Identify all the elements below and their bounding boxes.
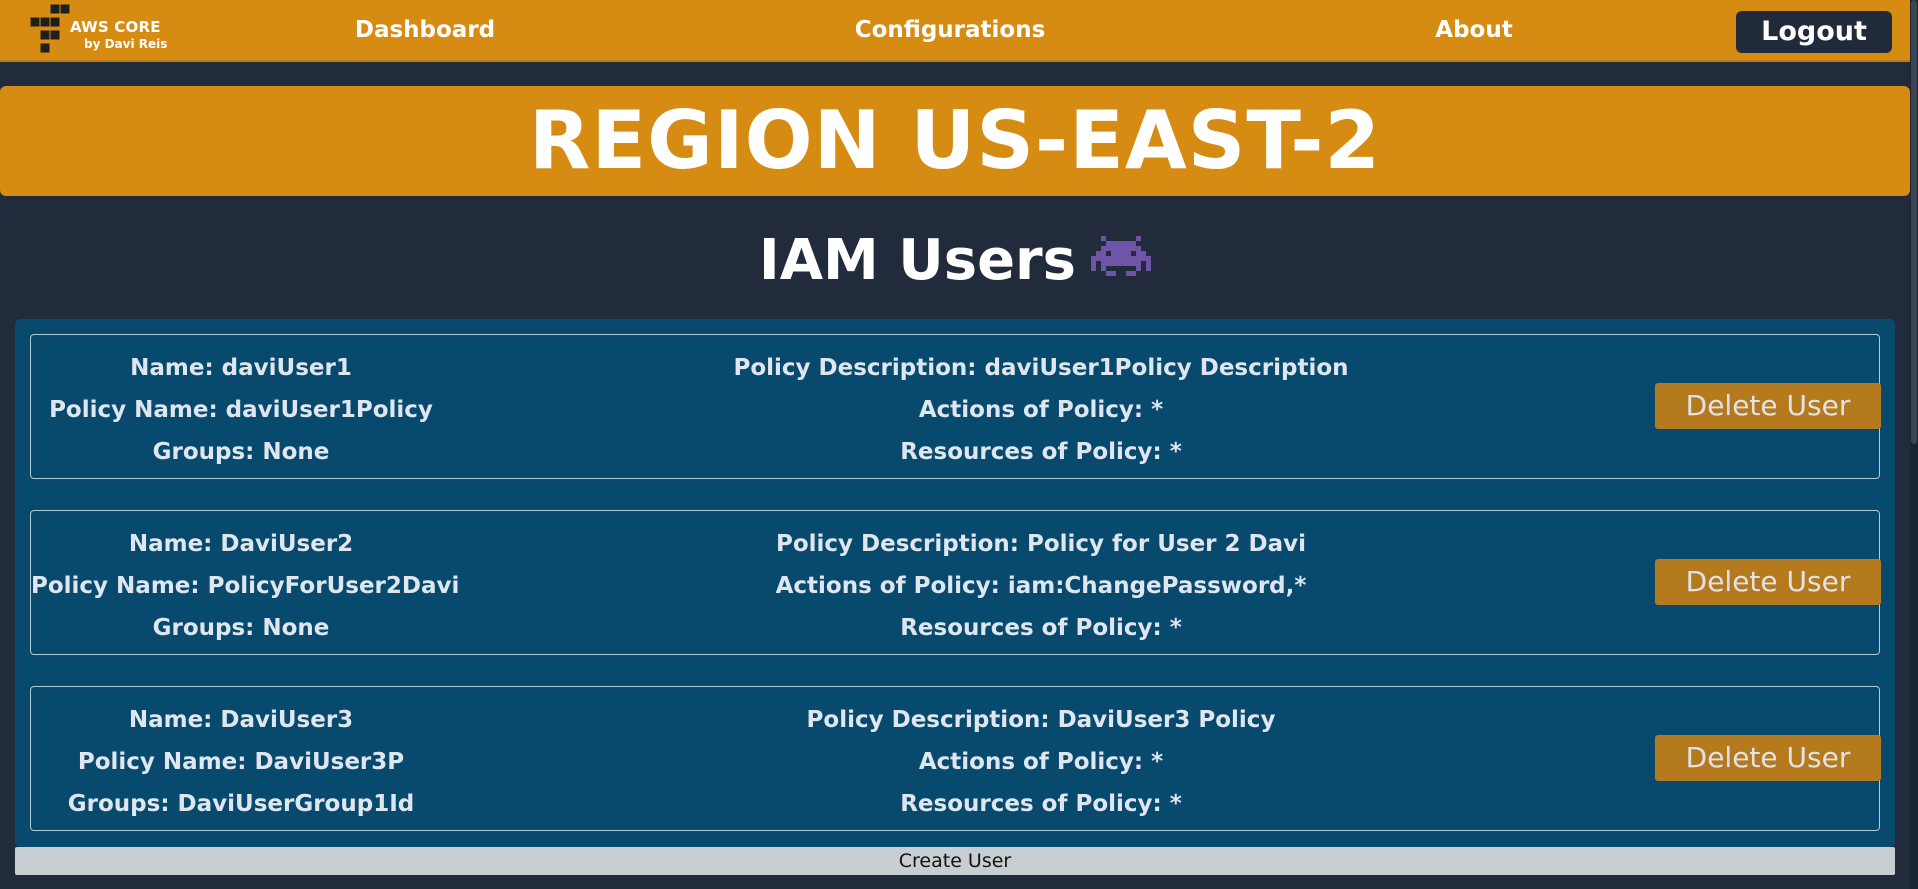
region-title: REGION US-EAST-2 — [528, 94, 1382, 187]
policy-description: Policy Description: Policy for User 2 Da… — [775, 531, 1307, 557]
policy-resources: Resources of Policy: * — [900, 615, 1182, 641]
logo[interactable]: AWS CORE by Davi Reis — [28, 2, 168, 54]
navbar: AWS CORE by Davi Reis Dashboard Configur… — [0, 0, 1910, 62]
page-title: IAM Users — [758, 228, 1077, 293]
nav-configurations-link[interactable]: Configurations — [830, 17, 1070, 43]
policy-actions: Actions of Policy: iam:ChangePassword,* — [775, 573, 1307, 599]
delete-user-button[interactable]: Delete User — [1655, 383, 1881, 429]
create-user-button[interactable]: Create User — [15, 847, 1895, 875]
user-groups: Groups: DaviUserGroup1Id — [67, 791, 415, 817]
user-groups: Groups: None — [152, 615, 330, 641]
logout-button[interactable]: Logout — [1736, 11, 1892, 53]
user-groups: Groups: None — [152, 439, 330, 465]
policy-info: Policy Description: DaviUser3 Policy Act… — [631, 699, 1451, 825]
policy-actions: Actions of Policy: * — [918, 749, 1164, 775]
policy-resources: Resources of Policy: * — [900, 791, 1182, 817]
user-info: Name: DaviUser2 Policy Name: PolicyForUs… — [31, 523, 460, 649]
user-name: Name: DaviUser2 — [128, 531, 354, 557]
user-card: Name: DaviUser2 Policy Name: PolicyForUs… — [30, 510, 1881, 655]
policy-info: Policy Description: Policy for User 2 Da… — [631, 523, 1451, 649]
user-card: Name: DaviUser3 Policy Name: DaviUser3P … — [30, 686, 1881, 831]
logo-title: AWS CORE — [70, 18, 161, 36]
user-info: Name: daviUser1 Policy Name: daviUser1Po… — [31, 347, 451, 473]
policy-description: Policy Description: daviUser1Policy Desc… — [733, 355, 1349, 381]
user-info: Name: DaviUser3 Policy Name: DaviUser3P … — [31, 699, 451, 825]
policy-description: Policy Description: DaviUser3 Policy — [806, 707, 1276, 733]
user-name: Name: daviUser1 — [130, 355, 352, 381]
delete-user-button[interactable]: Delete User — [1655, 735, 1881, 781]
logo-subtitle: by Davi Reis — [84, 37, 168, 51]
section-heading: IAM Users — [0, 226, 1910, 296]
nav-dashboard-link[interactable]: Dashboard — [320, 17, 530, 43]
alien-monster-icon — [1091, 236, 1152, 276]
user-card: Name: daviUser1 Policy Name: daviUser1Po… — [30, 334, 1881, 479]
policy-info: Policy Description: daviUser1Policy Desc… — [631, 347, 1451, 473]
delete-user-button[interactable]: Delete User — [1655, 559, 1881, 605]
policy-resources: Resources of Policy: * — [900, 439, 1182, 465]
region-banner: REGION US-EAST-2 — [0, 86, 1910, 196]
user-policy-name: Policy Name: daviUser1Policy — [49, 397, 433, 423]
scrollbar-thumb[interactable] — [1911, 0, 1917, 444]
user-name: Name: DaviUser3 — [128, 707, 354, 733]
user-policy-name: Policy Name: PolicyForUser2Davi — [31, 573, 460, 599]
nav-about-link[interactable]: About — [1400, 17, 1548, 43]
users-panel: Name: daviUser1 Policy Name: daviUser1Po… — [15, 319, 1895, 847]
policy-actions: Actions of Policy: * — [918, 397, 1164, 423]
user-policy-name: Policy Name: DaviUser3P — [77, 749, 405, 775]
